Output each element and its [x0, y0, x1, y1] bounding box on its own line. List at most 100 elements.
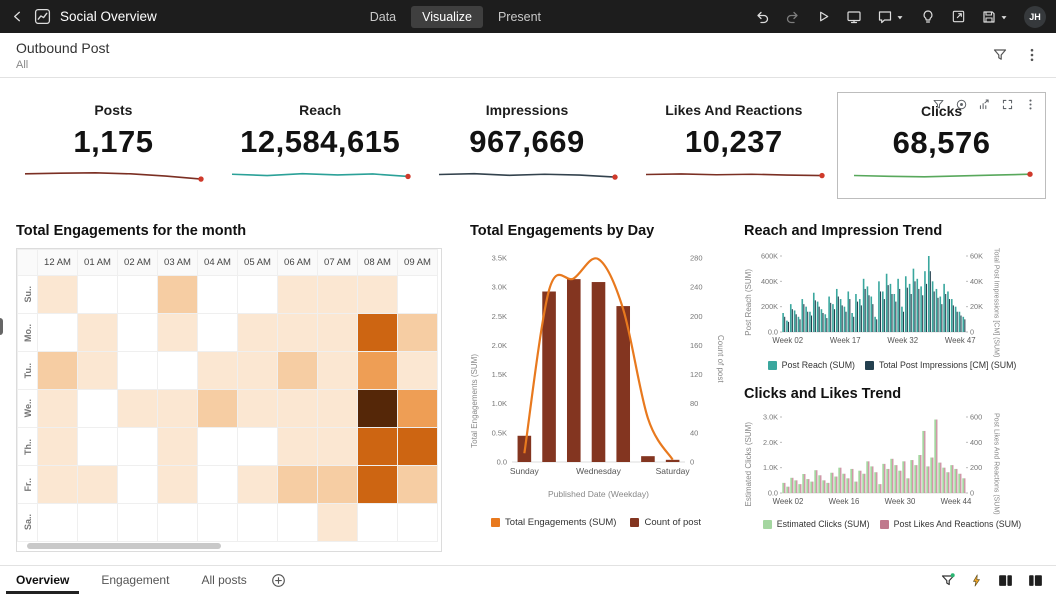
engagement-heatmap[interactable]: 12 AM01 AM02 AM03 AM04 AM05 AM06 AM07 AM…	[16, 248, 442, 552]
heatmap-cell[interactable]	[158, 352, 198, 390]
heatmap-cell[interactable]	[278, 428, 318, 466]
heatmap-cell[interactable]	[318, 276, 358, 314]
heatmap-cell[interactable]	[398, 352, 438, 390]
tab-data[interactable]: Data	[359, 6, 407, 28]
heatmap-cell[interactable]	[198, 390, 238, 428]
heatmap-cell[interactable]	[358, 390, 398, 428]
heatmap-cell[interactable]	[238, 428, 278, 466]
heatmap-cell[interactable]	[118, 428, 158, 466]
heatmap-cell[interactable]	[398, 276, 438, 314]
heatmap-cell[interactable]	[238, 504, 278, 542]
kpi-card-posts[interactable]: Posts 1,175	[10, 92, 217, 199]
heatmap-cell[interactable]	[38, 314, 78, 352]
layout-split-left-icon[interactable]	[1027, 572, 1044, 589]
heatmap-cell[interactable]	[158, 390, 198, 428]
kpi-card-reach[interactable]: Reach 12,584,615	[217, 92, 424, 199]
engagements-by-day-chart[interactable]: 0.00.5K1.0K1.5K2.0K2.5K3.0K3.5K040801201…	[479, 248, 715, 511]
heatmap-cell[interactable]	[238, 352, 278, 390]
heatmap-cell[interactable]	[238, 276, 278, 314]
heatmap-cell[interactable]	[398, 504, 438, 542]
heatmap-cell[interactable]	[198, 352, 238, 390]
idea-bulb-icon[interactable]	[920, 9, 936, 25]
heatmap-cell[interactable]	[78, 390, 118, 428]
heatmap-cell[interactable]	[78, 428, 118, 466]
heatmap-cell[interactable]	[78, 352, 118, 390]
more-menu-icon[interactable]	[1024, 47, 1040, 63]
chevron-down-icon[interactable]	[895, 12, 905, 22]
quick-actions-bolt-icon[interactable]	[969, 573, 984, 588]
kpi-card-likes-reactions[interactable]: Likes And Reactions 10,237	[630, 92, 837, 199]
play-icon[interactable]	[816, 9, 831, 24]
kpi-card-clicks[interactable]: Clicks 68,576	[837, 92, 1046, 199]
heatmap-cell[interactable]	[198, 314, 238, 352]
heatmap-cell[interactable]	[318, 466, 358, 504]
layout-split-right-icon[interactable]	[997, 572, 1014, 589]
heatmap-cell[interactable]	[158, 276, 198, 314]
fullscreen-icon[interactable]	[1001, 98, 1014, 111]
tab-present[interactable]: Present	[487, 6, 552, 28]
save-icon[interactable]	[981, 9, 997, 25]
back-icon[interactable]	[10, 9, 25, 24]
heatmap-cell[interactable]	[398, 428, 438, 466]
heatmap-cell[interactable]	[318, 352, 358, 390]
heatmap-cell[interactable]	[198, 276, 238, 314]
clicks-likes-chart[interactable]: 0.01.0K2.0K3.0K0200400600Week 02Week 16W…	[753, 411, 991, 516]
heatmap-cell[interactable]	[198, 428, 238, 466]
heatmap-cell[interactable]	[398, 390, 438, 428]
heatmap-cell[interactable]	[238, 390, 278, 428]
more-menu-icon[interactable]	[1024, 98, 1037, 111]
heatmap-cell[interactable]	[398, 466, 438, 504]
heatmap-cell[interactable]	[78, 504, 118, 542]
heatmap-cell[interactable]	[78, 466, 118, 504]
drill-chart-icon[interactable]	[978, 98, 991, 111]
heatmap-cell[interactable]	[278, 352, 318, 390]
tab-visualize[interactable]: Visualize	[411, 6, 483, 28]
sheet-tab-engagement[interactable]: Engagement	[85, 566, 185, 594]
heatmap-cell[interactable]	[118, 390, 158, 428]
heatmap-cell[interactable]	[358, 314, 398, 352]
heatmap-cell[interactable]	[38, 428, 78, 466]
present-screen-icon[interactable]	[846, 9, 862, 25]
redo-icon[interactable]	[785, 9, 801, 25]
save-menu[interactable]	[981, 9, 1009, 25]
heatmap-cell[interactable]	[278, 466, 318, 504]
undo-icon[interactable]	[754, 9, 770, 25]
heatmap-cell[interactable]	[158, 504, 198, 542]
heatmap-cell[interactable]	[278, 314, 318, 352]
heatmap-cell[interactable]	[278, 504, 318, 542]
avatar[interactable]: JH	[1024, 6, 1046, 28]
heatmap-cell[interactable]	[238, 466, 278, 504]
heatmap-cell[interactable]	[118, 314, 158, 352]
heatmap-cell[interactable]	[78, 314, 118, 352]
heatmap-cell[interactable]	[38, 390, 78, 428]
heatmap-cell[interactable]	[358, 276, 398, 314]
reach-impression-chart[interactable]: 0.0200K400K600K020K40K60KWeek 02Week 17W…	[753, 250, 991, 355]
heatmap-cell[interactable]	[118, 504, 158, 542]
heatmap-cell[interactable]	[358, 428, 398, 466]
heatmap-cell[interactable]	[38, 504, 78, 542]
heatmap-cell[interactable]	[78, 276, 118, 314]
heatmap-cell[interactable]	[278, 276, 318, 314]
heatmap-cell[interactable]	[318, 314, 358, 352]
sheet-tab-overview[interactable]: Overview	[0, 566, 85, 594]
open-in-new-icon[interactable]	[951, 9, 966, 24]
heatmap-cell[interactable]	[38, 352, 78, 390]
heatmap-cell[interactable]	[158, 428, 198, 466]
heatmap-cell[interactable]	[278, 390, 318, 428]
heatmap-cell[interactable]	[38, 276, 78, 314]
heatmap-cell[interactable]	[238, 314, 278, 352]
heatmap-cell[interactable]	[358, 504, 398, 542]
heatmap-cell[interactable]	[198, 504, 238, 542]
heatmap-cell[interactable]	[118, 352, 158, 390]
heatmap-cell[interactable]	[358, 466, 398, 504]
filters-icon[interactable]	[992, 47, 1008, 63]
heatmap-cell[interactable]	[118, 276, 158, 314]
heatmap-cell[interactable]	[118, 466, 158, 504]
heatmap-cell[interactable]	[158, 314, 198, 352]
sheet-tab-all-posts[interactable]: All posts	[185, 566, 262, 594]
heatmap-cell[interactable]	[158, 466, 198, 504]
heatmap-cell[interactable]	[358, 352, 398, 390]
comment-menu[interactable]	[877, 9, 905, 25]
chevron-down-icon[interactable]	[999, 12, 1009, 22]
heatmap-cell[interactable]	[198, 466, 238, 504]
